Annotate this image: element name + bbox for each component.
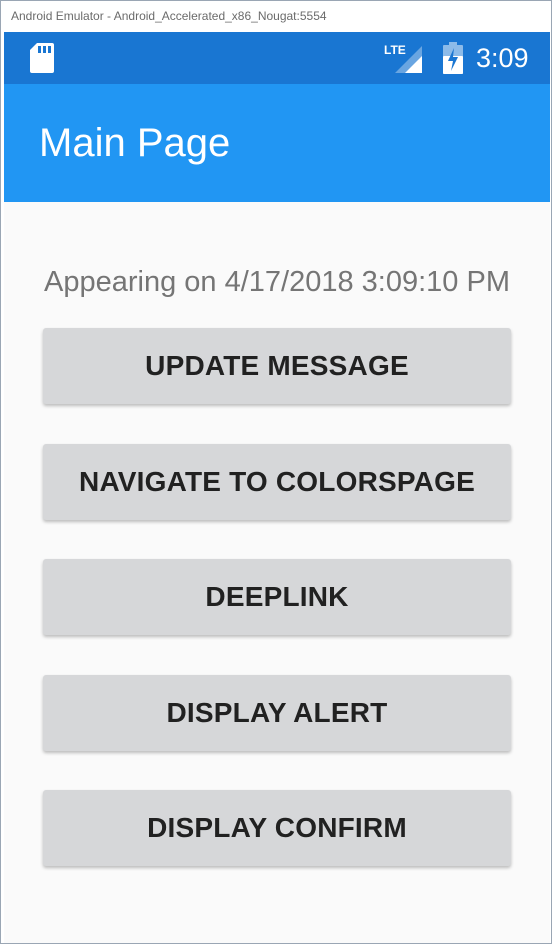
update-message-button[interactable]: UPDATE MESSAGE xyxy=(43,328,511,404)
deeplink-button[interactable]: DEEPLINK xyxy=(43,559,511,635)
window-title: Android Emulator - Android_Accelerated_x… xyxy=(1,1,551,31)
page-title: Main Page xyxy=(39,121,231,165)
app-bar: Main Page xyxy=(4,84,550,202)
emulator-window: Android Emulator - Android_Accelerated_x… xyxy=(0,0,552,944)
network-label: LTE xyxy=(384,43,406,57)
status-bar: LTE 3:09 xyxy=(4,32,550,84)
display-confirm-button[interactable]: DISPLAY CONFIRM xyxy=(43,790,511,866)
sd-card-icon xyxy=(29,42,55,79)
status-time: 3:09 xyxy=(476,43,529,73)
main-content: Appearing on 4/17/2018 3:09:10 PM UPDATE… xyxy=(4,202,550,943)
appearing-message: Appearing on 4/17/2018 3:09:10 PM xyxy=(44,266,510,298)
lte-signal-icon: LTE xyxy=(382,42,426,79)
display-alert-button[interactable]: DISPLAY ALERT xyxy=(43,675,511,751)
navigate-to-colorspage-button[interactable]: NAVIGATE TO COLORSPAGE xyxy=(43,444,511,520)
battery-charging-icon xyxy=(442,42,464,79)
